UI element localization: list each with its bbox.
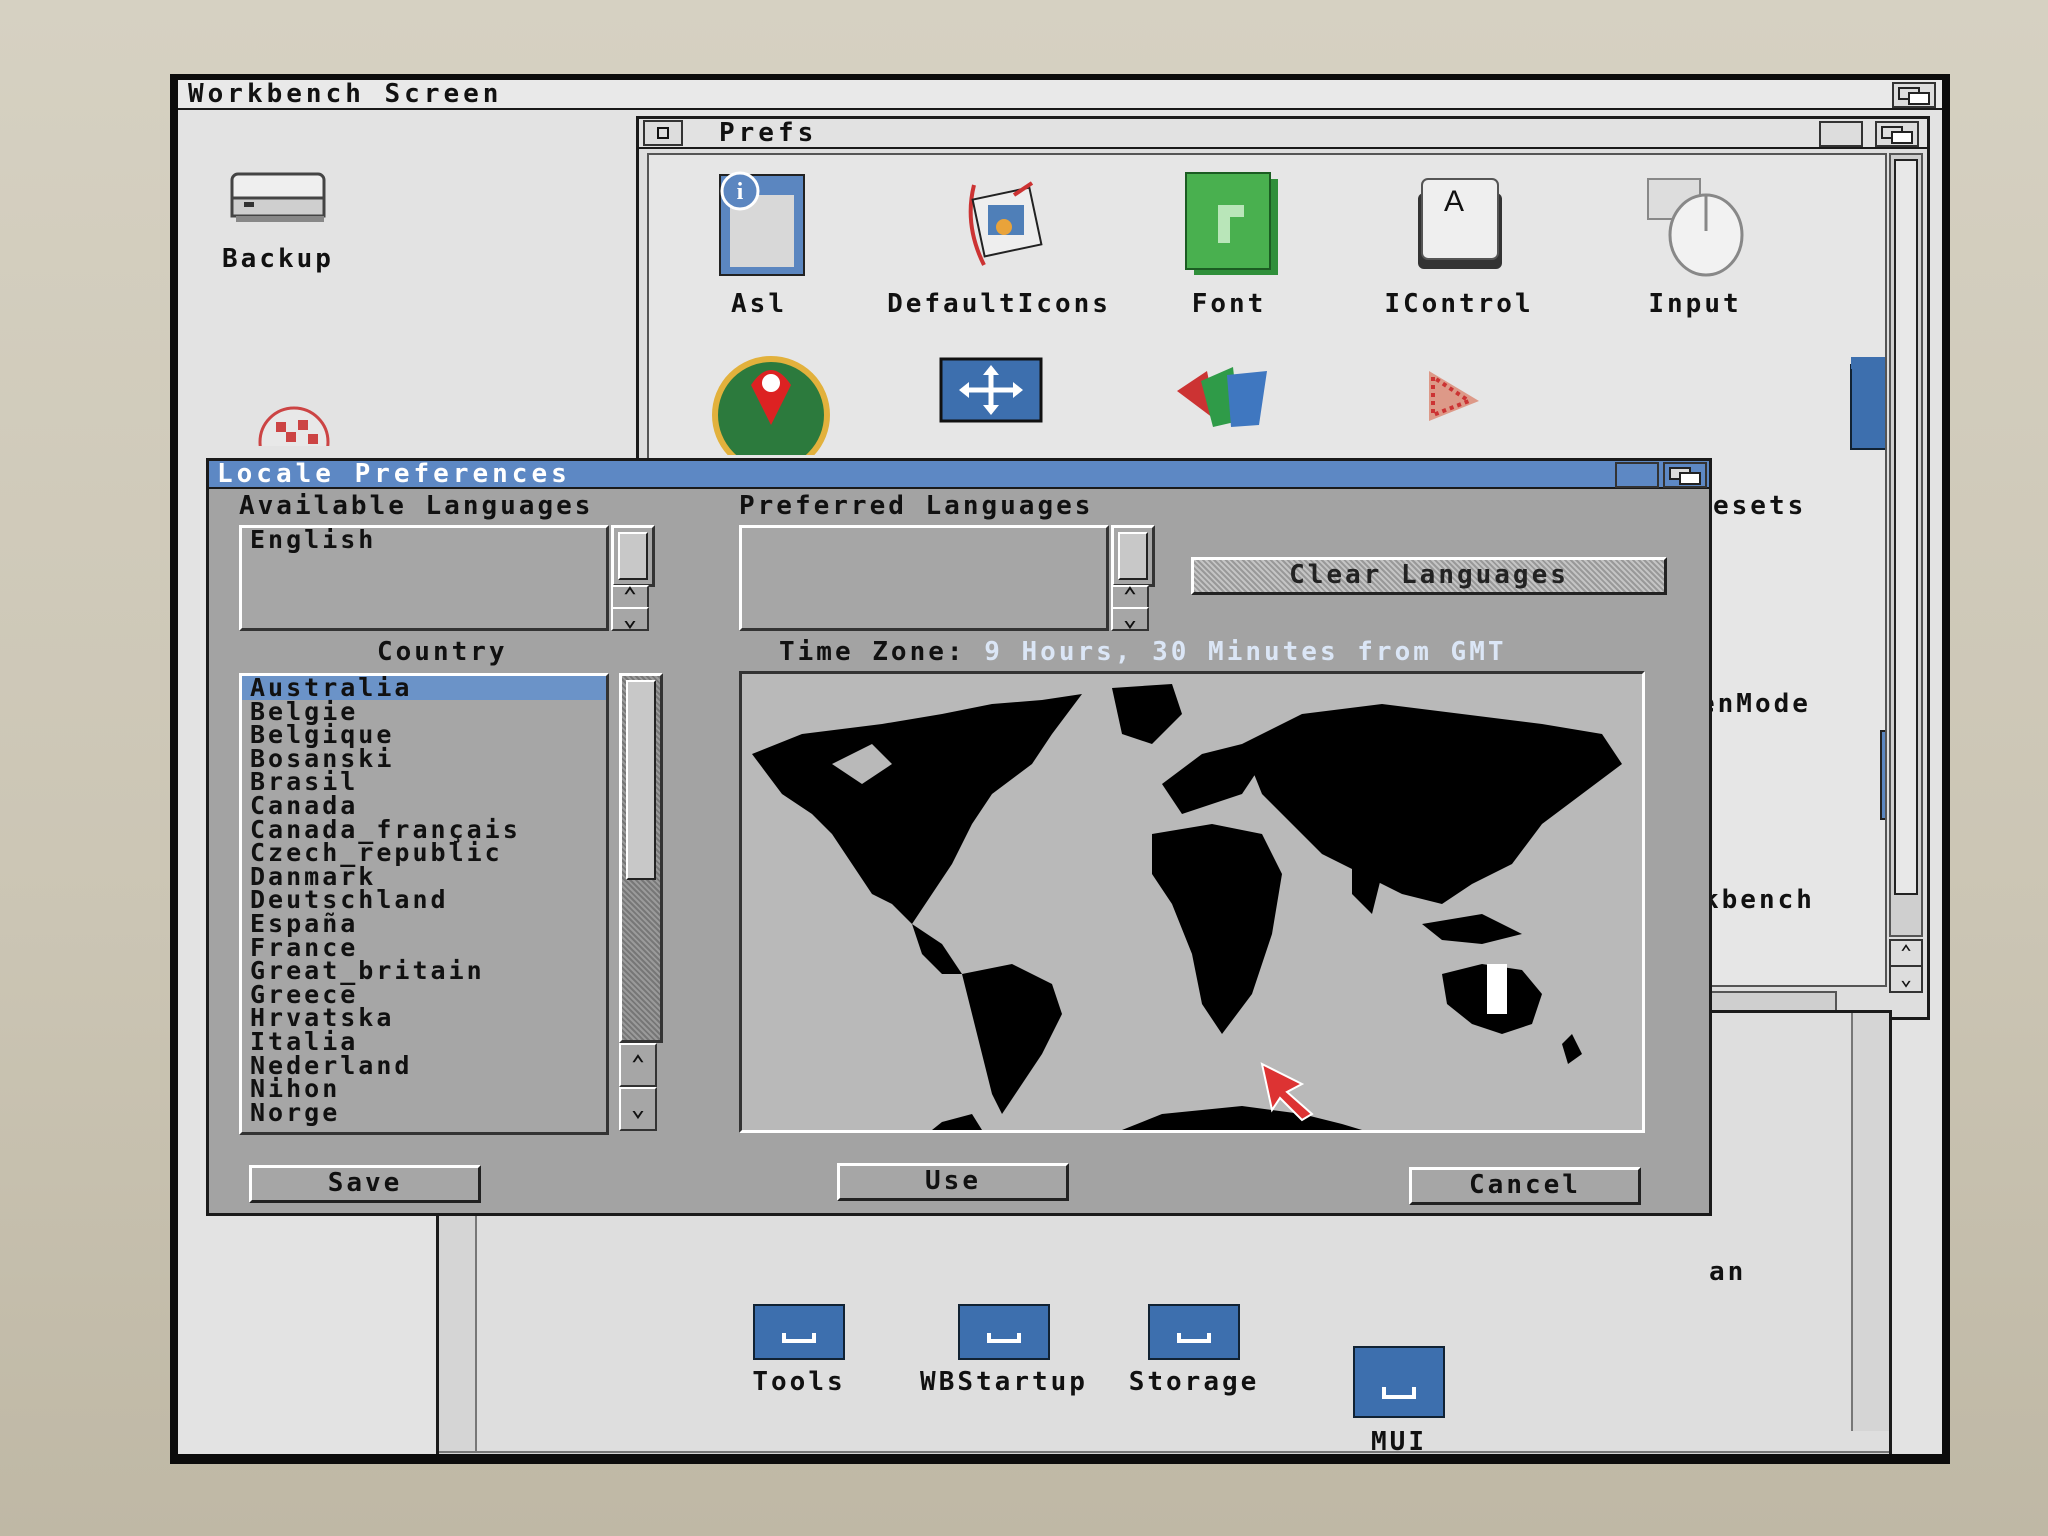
scroll-down-icon[interactable]: ⌄ xyxy=(1111,606,1149,631)
locale-globe-icon[interactable] xyxy=(711,345,841,455)
preferred-languages-list[interactable] xyxy=(739,525,1109,631)
prefs-icon-label: Input xyxy=(1648,289,1742,319)
world-map[interactable] xyxy=(739,671,1645,1133)
available-languages-list[interactable]: English xyxy=(239,525,609,631)
drawer-icon xyxy=(958,1304,1050,1360)
svg-text:A: A xyxy=(1444,185,1464,218)
country-scrollbar[interactable] xyxy=(619,673,663,1043)
drawer-label: Tools xyxy=(752,1367,846,1397)
scroll-down-icon[interactable]: ⌄ xyxy=(611,606,649,631)
font-icon xyxy=(1185,172,1278,275)
locale-title-bar[interactable]: Locale Preferences xyxy=(209,461,1709,489)
locale-title: Locale Preferences xyxy=(217,459,571,489)
drawer-mui[interactable]: MUI xyxy=(1339,1343,1459,1454)
backup-label: Backup xyxy=(222,244,334,274)
scroll-knob[interactable] xyxy=(1118,532,1148,580)
prefs-icon-font[interactable]: Font xyxy=(1119,165,1339,319)
workbench-screen: Workbench Screen Backup Prefs i Asl Defa… xyxy=(178,80,1942,1454)
info-icon: i xyxy=(719,171,805,276)
drawer-tools[interactable]: Tools xyxy=(729,1303,869,1397)
country-list[interactable]: Australia Belgie Belgique Bosanski Brasi… xyxy=(239,673,609,1135)
prefs-icon-label: IControl xyxy=(1384,289,1534,319)
prefs-icon-label-presets[interactable]: esets xyxy=(1713,491,1806,521)
world-map-image xyxy=(742,674,1642,1130)
scroll-knob[interactable] xyxy=(1894,159,1918,895)
scroll-up-icon[interactable]: ⌃ xyxy=(619,1043,657,1087)
workbench-title: Workbench Screen xyxy=(188,80,503,109)
drawer-label: MUI xyxy=(1371,1427,1427,1454)
prefs-icon-asl[interactable]: i Asl xyxy=(649,165,869,319)
mouse-icon xyxy=(1647,178,1744,277)
prefs-icon-label: DefaultIcons xyxy=(887,289,1111,319)
scroll-down-icon[interactable]: ⌄ xyxy=(619,1087,657,1131)
depth-icon[interactable] xyxy=(1663,462,1707,488)
timezone-label: Time Zone: 9 Hours, 30 Minutes from GMT xyxy=(779,637,1507,667)
list-item[interactable]: English xyxy=(242,528,606,552)
drawer-icon[interactable] xyxy=(1845,345,1887,455)
close-icon[interactable] xyxy=(643,120,683,146)
drawer-icon xyxy=(1353,1346,1445,1418)
scroll-up-icon[interactable]: ⌃ xyxy=(1889,939,1923,967)
timezone-caption: Time Zone: xyxy=(779,637,966,667)
zoom-icon[interactable] xyxy=(1615,462,1659,488)
disk-icon xyxy=(230,172,326,222)
list-item[interactable]: España xyxy=(242,911,606,936)
preferred-scrollbar[interactable] xyxy=(1111,525,1155,587)
list-item[interactable]: Norge xyxy=(242,1100,606,1125)
keycap-icon: A xyxy=(1418,178,1502,269)
scroll-knob[interactable] xyxy=(618,532,648,580)
system-window-bottom-scroll[interactable] xyxy=(439,1451,1889,1454)
clear-languages-button[interactable]: Clear Languages xyxy=(1191,557,1667,595)
zoom-icon[interactable] xyxy=(1819,121,1863,147)
prefs-icon-input[interactable]: Input xyxy=(1585,165,1805,319)
preferred-languages-label: Preferred Languages xyxy=(739,491,1094,521)
prefs-icon-label-workbench[interactable]: kbench xyxy=(1703,885,1815,915)
prefs-vertical-scrollbar[interactable] xyxy=(1889,153,1923,937)
timezone-value: 9 Hours, 30 Minutes from GMT xyxy=(984,637,1507,667)
scroll-knob[interactable] xyxy=(626,680,656,880)
drawer-storage[interactable]: Storage xyxy=(1119,1303,1269,1397)
cancel-button[interactable]: Cancel xyxy=(1409,1167,1641,1205)
svg-text:i: i xyxy=(737,179,744,205)
monitor-screen: Workbench Screen Backup Prefs i Asl Defa… xyxy=(170,74,1950,1464)
prefs-title-bar[interactable]: Prefs xyxy=(639,119,1927,149)
drawer-label: WBStartup xyxy=(920,1367,1088,1397)
ball-icon xyxy=(258,406,330,446)
use-button[interactable]: Use xyxy=(837,1163,1069,1201)
drawer-label: Storage xyxy=(1128,1367,1260,1397)
save-button[interactable]: Save xyxy=(249,1165,481,1203)
backup-disk[interactable]: Backup xyxy=(208,150,348,274)
drawer-icon xyxy=(753,1304,845,1360)
palette-icon[interactable] xyxy=(1167,361,1277,431)
country-label: Country xyxy=(377,637,508,667)
workbench-title-bar[interactable]: Workbench Screen xyxy=(178,80,1942,110)
prefs-icon-icontrol[interactable]: A IControl xyxy=(1349,165,1569,319)
prefs-icon-label-screenmode[interactable]: enMode xyxy=(1699,689,1811,719)
prefs-icon-label: Asl xyxy=(731,289,787,319)
system-window-right-scroll[interactable] xyxy=(1851,1013,1889,1431)
prefs-icon-defaulticons[interactable]: DefaultIcons xyxy=(859,165,1139,319)
partial-label: an xyxy=(1709,1257,1747,1287)
scroll-down-icon[interactable]: ⌄ xyxy=(1889,965,1923,993)
prefs-icon-label: Font xyxy=(1191,289,1267,319)
window-icon[interactable] xyxy=(1875,725,1887,825)
drawer-wbstartup[interactable]: WBStartup xyxy=(909,1303,1099,1397)
depth-icon[interactable] xyxy=(1875,121,1919,147)
drawer-icon xyxy=(1148,1304,1240,1360)
prefs-title: Prefs xyxy=(719,118,818,148)
defaulticons-icon xyxy=(968,181,1043,266)
workbench-depth-icon[interactable] xyxy=(1892,82,1936,108)
pointer-icon[interactable] xyxy=(1419,361,1499,431)
locale-prefs-window: Locale Preferences Available Languages E… xyxy=(206,458,1712,1216)
list-item[interactable]: Italia xyxy=(242,1029,606,1054)
screen-move-icon[interactable] xyxy=(937,355,1047,435)
available-languages-label: Available Languages xyxy=(239,491,594,521)
available-scrollbar[interactable] xyxy=(611,525,655,587)
